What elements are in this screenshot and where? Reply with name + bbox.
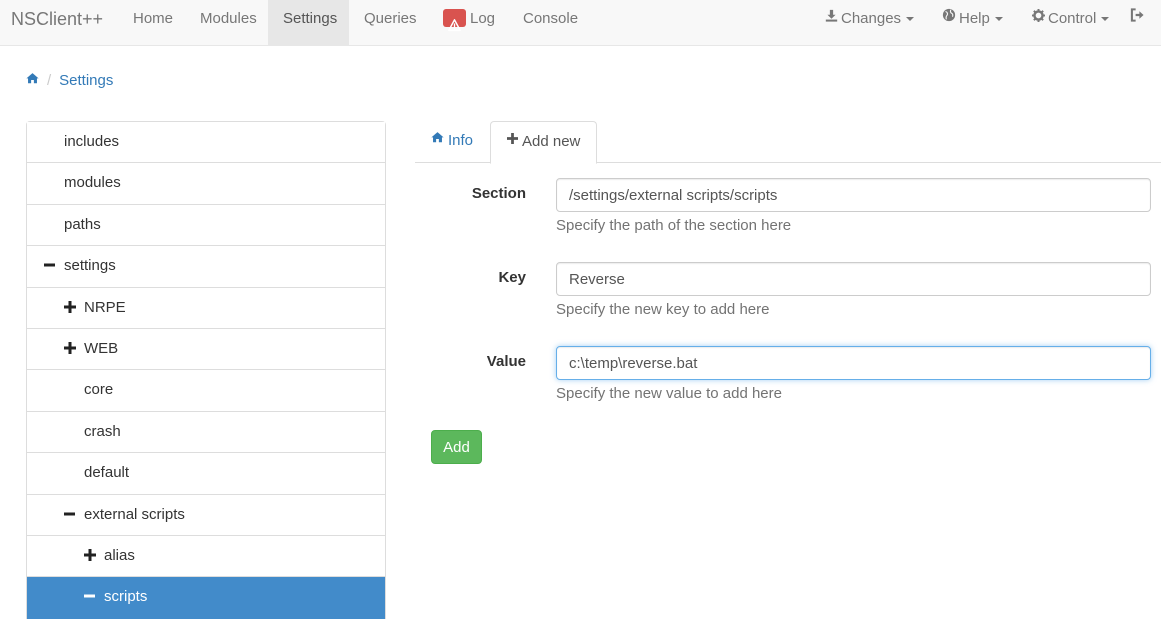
nav-settings[interactable]: Settings xyxy=(268,0,349,45)
tree-item-label: default xyxy=(84,464,130,482)
tree-item[interactable]: external scripts xyxy=(27,494,385,536)
value-label: Value xyxy=(486,353,526,370)
tree-item[interactable]: crash xyxy=(27,411,385,454)
minus-icon[interactable] xyxy=(64,495,76,535)
nav-help[interactable]: Help xyxy=(927,0,1018,45)
caret-down-icon xyxy=(1101,17,1110,22)
tab-add-new[interactable]: Add new xyxy=(490,120,598,164)
tree-item[interactable]: WEB xyxy=(27,328,385,371)
warning-icon xyxy=(443,9,466,32)
section-input[interactable] xyxy=(556,178,1151,212)
logout-icon xyxy=(1130,0,1145,37)
nav-modules[interactable]: Modules xyxy=(185,0,272,45)
tree-item-label: WEB xyxy=(84,339,119,357)
section-help: Specify the path of the section here xyxy=(556,217,792,234)
key-help: Specify the new key to add here xyxy=(556,301,770,318)
nav-console[interactable]: Console xyxy=(508,0,593,45)
nav-help-label: Help xyxy=(959,10,990,27)
key-input[interactable] xyxy=(556,262,1151,296)
tree-item-label: includes xyxy=(64,133,120,150)
tab-bar: Info Add new xyxy=(415,120,1161,164)
tree-item-label: core xyxy=(84,381,114,399)
gear-icon xyxy=(1032,0,1045,37)
tree-item[interactable]: paths xyxy=(27,204,385,247)
nav-log[interactable]: Log xyxy=(428,0,510,45)
breadcrumb-settings[interactable]: Settings xyxy=(59,72,113,89)
nav-log-label: Log xyxy=(470,10,496,27)
caret-down-icon xyxy=(994,17,1003,22)
home-icon[interactable] xyxy=(26,71,39,88)
nav-control-label: Control xyxy=(1048,10,1097,27)
globe-icon xyxy=(942,0,956,37)
section-label: Section xyxy=(471,185,526,202)
tree-item[interactable]: scripts xyxy=(27,577,385,619)
settings-tree: includes modules paths settings NRPE WEB core c… xyxy=(26,121,386,619)
tree-item[interactable]: settings xyxy=(27,246,385,288)
tree-item-label: modules xyxy=(64,174,121,192)
plus-icon[interactable] xyxy=(84,536,96,576)
plus-icon xyxy=(507,120,518,160)
nav-control[interactable]: Control xyxy=(1017,0,1124,45)
home-icon xyxy=(431,119,444,159)
tree-item[interactable]: modules xyxy=(27,163,385,205)
caret-down-icon xyxy=(906,17,915,22)
plus-icon[interactable] xyxy=(64,288,76,328)
logout-button[interactable] xyxy=(1122,0,1156,45)
tree-item-label: scripts xyxy=(104,588,148,606)
nav-changes[interactable]: Changes xyxy=(810,0,929,45)
nav-queries[interactable]: Queries xyxy=(349,0,432,45)
tree-item-label: crash xyxy=(84,422,121,440)
add-button[interactable]: Add xyxy=(431,430,482,464)
tree-item[interactable]: NRPE xyxy=(27,287,385,329)
tree-item-label: NRPE xyxy=(84,298,126,316)
value-input[interactable] xyxy=(556,346,1151,380)
tab-info[interactable]: Info xyxy=(415,121,489,163)
tree-item-label: external scripts xyxy=(84,505,185,523)
minus-icon[interactable] xyxy=(44,246,56,286)
breadcrumb: / Settings xyxy=(26,72,113,90)
minus-icon[interactable] xyxy=(84,577,96,617)
tree-item[interactable]: core xyxy=(27,370,385,412)
brand-logo[interactable]: NSClient++ xyxy=(11,0,103,38)
tree-item[interactable]: default xyxy=(27,453,385,495)
tree-item[interactable]: alias xyxy=(27,535,385,578)
tree-item[interactable]: includes xyxy=(27,122,385,164)
tree-item-label: paths xyxy=(64,215,101,233)
tab-add-new-label: Add new xyxy=(522,133,581,150)
navbar: NSClient++ Home Modules Settings Queries… xyxy=(0,0,1161,46)
key-label: Key xyxy=(498,269,526,286)
download-icon xyxy=(825,0,838,37)
tab-info-label: Info xyxy=(448,132,474,149)
tree-item-label: alias xyxy=(104,546,135,564)
plus-icon[interactable] xyxy=(64,329,76,369)
nav-home[interactable]: Home xyxy=(118,0,188,45)
breadcrumb-separator: / xyxy=(47,72,52,89)
tree-item-label: settings xyxy=(64,257,116,275)
value-help: Specify the new value to add here xyxy=(556,385,782,402)
nav-changes-label: Changes xyxy=(841,10,902,27)
